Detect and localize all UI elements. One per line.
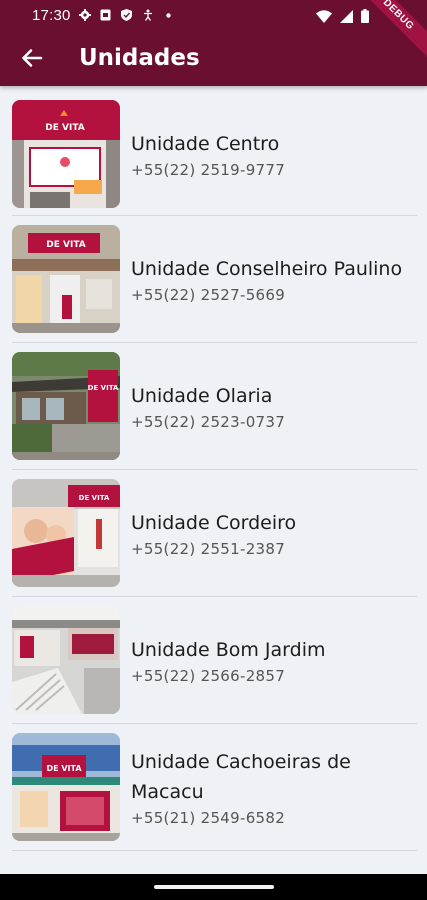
unit-phone: +55(22) 2519-9777: [131, 160, 286, 179]
units-list: DE VITA Unidade Centro +55(22) 2519-9777…: [12, 92, 417, 851]
status-bar: 17:30 DEBUG: [0, 0, 427, 61]
unit-info: Unidade Conselheiro Paulino +55(22) 2527…: [131, 254, 402, 304]
unit-photo: DE VITA: [12, 352, 120, 460]
unit-name: Unidade Centro: [131, 132, 280, 155]
unit-info: Unidade Cordeiro +55(22) 2551-2387: [131, 508, 296, 558]
unit-phone: +55(21) 2549-6582: [131, 809, 286, 827]
unit-item-centro[interactable]: DE VITA Unidade Centro +55(22) 2519-9777: [12, 92, 417, 216]
status-icons-left: [78, 9, 175, 21]
unit-name: Unidade Cachoeiras de Macacu: [131, 751, 351, 803]
unit-photo: DE VITA: [12, 99, 120, 208]
unit-photo: DE VITA: [12, 733, 120, 841]
wifi-icon: [316, 8, 332, 27]
unit-item-cordeiro[interactable]: DE VITA Unidade Cordeiro +55(22) 2551-23…: [12, 470, 417, 597]
gear-icon: [78, 9, 91, 21]
unit-phone: +55(22) 2551-2387: [131, 540, 286, 558]
home-indicator[interactable]: [154, 885, 274, 889]
unit-info: Unidade Centro +55(22) 2519-9777: [131, 129, 285, 179]
unit-phone: +55(22) 2527-5669: [131, 286, 286, 304]
dot-icon: [163, 9, 175, 21]
status-time: 17:30: [32, 6, 71, 24]
app-bar: Unidades: [0, 30, 427, 86]
photo-brand-sign: DE VITA: [79, 494, 110, 502]
sim-card-icon: [100, 9, 112, 21]
photo-brand-sign: DE VITA: [46, 764, 82, 773]
accessibility-icon: [142, 9, 154, 21]
unit-item-cachoeiras-de-macacu[interactable]: DE VITA Unidade Cachoeiras de Macacu +55…: [12, 724, 417, 851]
system-navigation-bar: [0, 874, 427, 900]
unit-item-bom-jardim[interactable]: Unidade Bom Jardim +55(22) 2566-2857: [12, 597, 417, 724]
unit-name: Unidade Bom Jardim: [131, 639, 326, 661]
page-title: Unidades: [79, 45, 200, 71]
photo-brand-sign: DE VITA: [46, 240, 86, 250]
status-icons-right: [316, 8, 369, 27]
unit-photo: DE VITA: [12, 225, 120, 333]
signal-icon: [340, 8, 353, 27]
shield-icon: [121, 9, 133, 21]
unit-name: Unidade Conselheiro Paulino: [131, 258, 403, 280]
unit-info: Unidade Olaria +55(22) 2523-0737: [131, 381, 285, 431]
unit-item-conselheiro-paulino[interactable]: DE VITA Unidade Conselheiro Paulino +55(…: [12, 216, 417, 343]
unit-item-olaria[interactable]: DE VITA Unidade Olaria +55(22) 2523-0737: [12, 343, 417, 470]
unit-photo: [12, 606, 120, 714]
back-button[interactable]: [16, 42, 48, 74]
photo-brand-sign: DE VITA: [45, 123, 85, 133]
unit-name: Unidade Olaria: [131, 385, 273, 407]
unit-info: Unidade Bom Jardim +55(22) 2566-2857: [131, 635, 326, 685]
unit-name: Unidade Cordeiro: [131, 512, 297, 534]
arrow-left-icon: [22, 49, 43, 67]
unit-photo: DE VITA: [12, 479, 120, 587]
unit-phone: +55(22) 2566-2857: [131, 667, 286, 685]
unit-info: Unidade Cachoeiras de Macacu +55(21) 254…: [131, 747, 417, 827]
battery-icon: [361, 8, 369, 27]
unit-phone: +55(22) 2523-0737: [131, 413, 286, 431]
photo-brand-sign: DE VITA: [88, 384, 119, 392]
